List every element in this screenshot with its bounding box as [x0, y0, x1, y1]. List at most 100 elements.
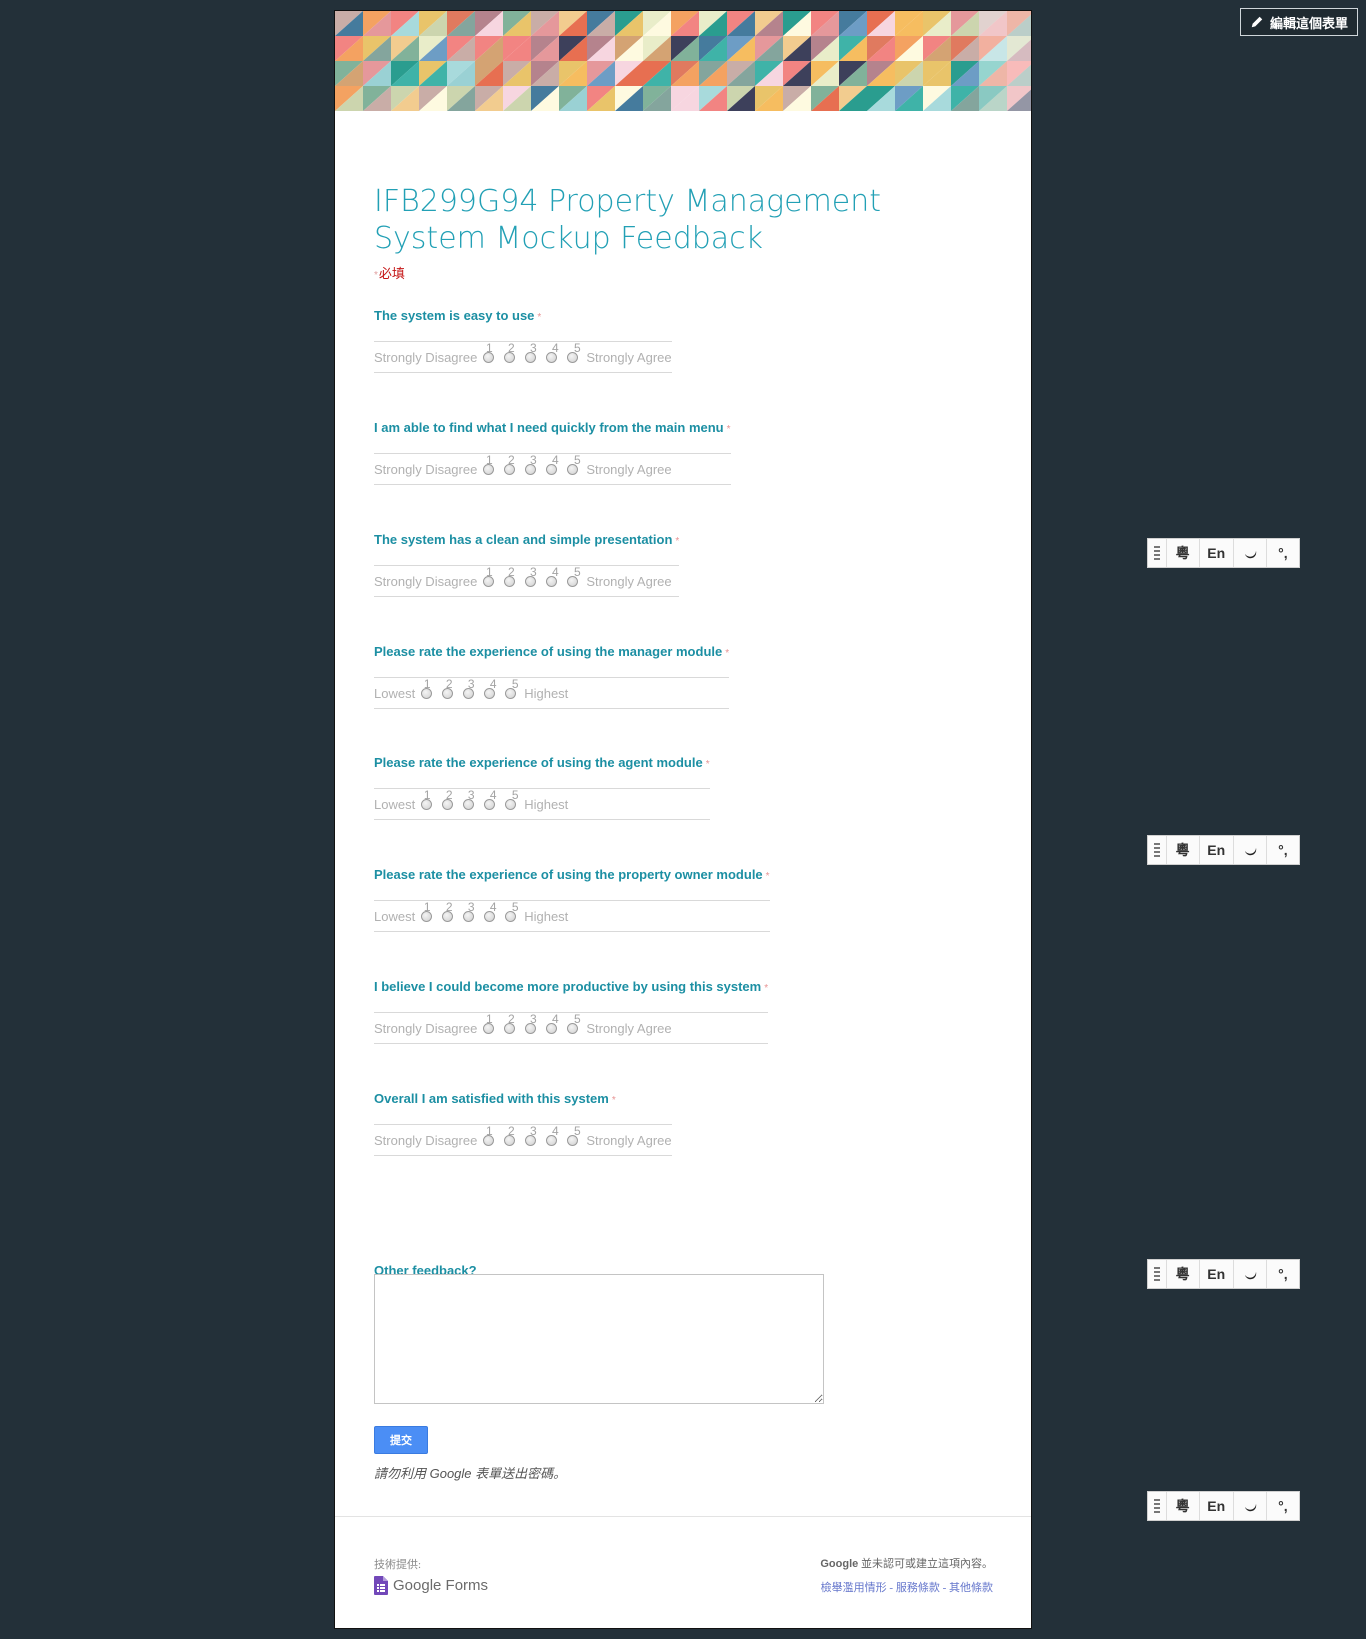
scale-number: 5	[573, 1124, 581, 1138]
scale-number: 1	[423, 900, 431, 914]
ime-toolbar[interactable]: 粵 En °,	[1147, 1491, 1300, 1521]
ime-halfwidth-button[interactable]	[1234, 539, 1267, 567]
question-title: The system has a clean and simple presen…	[374, 532, 680, 547]
required-mark: *	[726, 424, 731, 435]
question-title: Please rate the experience of using the …	[374, 644, 730, 659]
scale-number: 2	[507, 341, 515, 355]
scale-number: 2	[507, 1124, 515, 1138]
ime-punctuation-button[interactable]: °,	[1267, 836, 1299, 864]
scale-number: 1	[485, 453, 493, 467]
ime-grip[interactable]	[1148, 1492, 1167, 1520]
ime-language-button[interactable]: 粵	[1167, 836, 1200, 864]
ime-grip[interactable]	[1148, 836, 1167, 864]
submit-button[interactable]: 提交	[374, 1426, 428, 1454]
scale-number: 1	[423, 677, 431, 691]
ime-mode-button[interactable]: En	[1200, 1492, 1234, 1520]
google-forms-logo[interactable]: Google Forms	[374, 1576, 488, 1595]
scale-numbers: 12345	[416, 677, 526, 691]
footer-divider	[335, 1516, 1031, 1517]
question-title: I am able to find what I need quickly fr…	[374, 420, 731, 435]
scale-low-label: Strongly Disagree	[374, 461, 478, 477]
scale-number: 4	[551, 1012, 559, 1026]
rating-scale: 1 2 3 4 5 Strongly Disagree Strongly Agree	[374, 1124, 672, 1156]
scale-numbers: 12345	[478, 565, 588, 579]
grip-icon	[1153, 546, 1160, 560]
scale-high-label: Strongly Agree	[586, 1132, 672, 1148]
scale-number: 3	[529, 1124, 537, 1138]
scale-number: 4	[551, 453, 559, 467]
scale-low-label: Strongly Disagree	[374, 1020, 478, 1036]
ime-halfwidth-button[interactable]	[1234, 1260, 1267, 1288]
scale-number: 1	[485, 341, 493, 355]
footer-disclaimer: Google 並未認可或建立這項內容。 檢舉濫用情形 - 服務條款 - 其他條款	[820, 1558, 993, 1594]
edit-form-label: 編輯這個表單	[1269, 15, 1348, 31]
moon-icon	[1244, 1272, 1256, 1280]
scale-number: 3	[529, 453, 537, 467]
rating-scale: 1 2 3 4 5 Lowest Highest	[374, 900, 770, 932]
scale-numbers: 12345	[416, 788, 526, 802]
ime-halfwidth-button[interactable]	[1234, 836, 1267, 864]
ime-mode-button[interactable]: En	[1200, 1260, 1234, 1288]
scale-number: 1	[485, 1124, 493, 1138]
scale-number: 2	[507, 453, 515, 467]
scale-high-label: Strongly Agree	[586, 1020, 672, 1036]
scale-number: 5	[573, 565, 581, 579]
scale-number: 5	[511, 900, 519, 914]
ime-punctuation-button[interactable]: °,	[1267, 1260, 1299, 1288]
ime-grip[interactable]	[1148, 1260, 1167, 1288]
scale-number: 5	[511, 788, 519, 802]
scale-number: 2	[507, 1012, 515, 1026]
form-title: IFB299G94 Property Management System Moc…	[374, 184, 882, 256]
ime-mode-button[interactable]: En	[1200, 539, 1234, 567]
scale-number: 4	[489, 900, 497, 914]
question-2: I am able to find what I need quickly fr…	[374, 420, 731, 485]
scale-numbers: 12345	[478, 453, 588, 467]
rating-scale: 1 2 3 4 5 Strongly Disagree Strongly Agree	[374, 453, 731, 485]
question-8: Overall I am satisfied with this system *…	[374, 1091, 672, 1156]
required-mark: *	[705, 759, 710, 770]
report-abuse-link[interactable]: 檢舉濫用情形	[821, 1582, 887, 1594]
form-card: IFB299G94 Property Management System Moc…	[334, 10, 1032, 1629]
scale-number: 1	[485, 1012, 493, 1026]
edit-form-button[interactable]: 編輯這個表單	[1240, 8, 1358, 36]
ime-language-button[interactable]: 粵	[1167, 1492, 1200, 1520]
ime-toolbar[interactable]: 粵 En °,	[1147, 1259, 1300, 1289]
terms-link[interactable]: 服務條款	[896, 1582, 940, 1594]
scale-number: 3	[529, 1012, 537, 1026]
scale-number: 4	[489, 677, 497, 691]
scale-low-label: Strongly Disagree	[374, 573, 478, 589]
scale-low-label: Strongly Disagree	[374, 1132, 478, 1148]
other-terms-link[interactable]: 其他條款	[949, 1582, 993, 1594]
ime-toolbar[interactable]: 粵 En °,	[1147, 538, 1300, 568]
scale-number: 1	[485, 565, 493, 579]
header-banner	[335, 11, 1031, 111]
scale-high-label: Strongly Agree	[586, 349, 672, 365]
rating-scale: 1 2 3 4 5 Strongly Disagree Strongly Agree	[374, 341, 672, 373]
question-title: The system is easy to use *	[374, 308, 542, 323]
ime-language-button[interactable]: 粵	[1167, 539, 1200, 567]
scale-number: 3	[467, 677, 475, 691]
scale-low-label: Lowest	[374, 796, 416, 812]
question-3: The system has a clean and simple presen…	[374, 532, 680, 597]
ime-language-button[interactable]: 粵	[1167, 1260, 1200, 1288]
scale-low-label: Lowest	[374, 908, 416, 924]
grip-icon	[1153, 843, 1160, 857]
ime-grip[interactable]	[1148, 539, 1167, 567]
required-mark: *	[537, 312, 542, 323]
ime-toolbar[interactable]: 粵 En °,	[1147, 835, 1300, 865]
scale-high-label: Strongly Agree	[586, 573, 672, 589]
scale-number: 5	[573, 341, 581, 355]
ime-halfwidth-button[interactable]	[1234, 1492, 1267, 1520]
rating-scale: 1 2 3 4 5 Strongly Disagree Strongly Agree	[374, 1012, 769, 1044]
pencil-icon	[1251, 16, 1263, 28]
ime-mode-button[interactable]: En	[1200, 836, 1234, 864]
google-forms-icon	[374, 1576, 388, 1595]
scale-numbers: 12345	[416, 900, 526, 914]
ime-punctuation-button[interactable]: °,	[1267, 1492, 1299, 1520]
scale-number: 5	[511, 677, 519, 691]
scale-number: 2	[445, 900, 453, 914]
feedback-textarea[interactable]	[374, 1274, 824, 1404]
question-title: Please rate the experience of using the …	[374, 867, 770, 882]
scale-numbers: 12345	[478, 341, 588, 355]
ime-punctuation-button[interactable]: °,	[1267, 539, 1299, 567]
